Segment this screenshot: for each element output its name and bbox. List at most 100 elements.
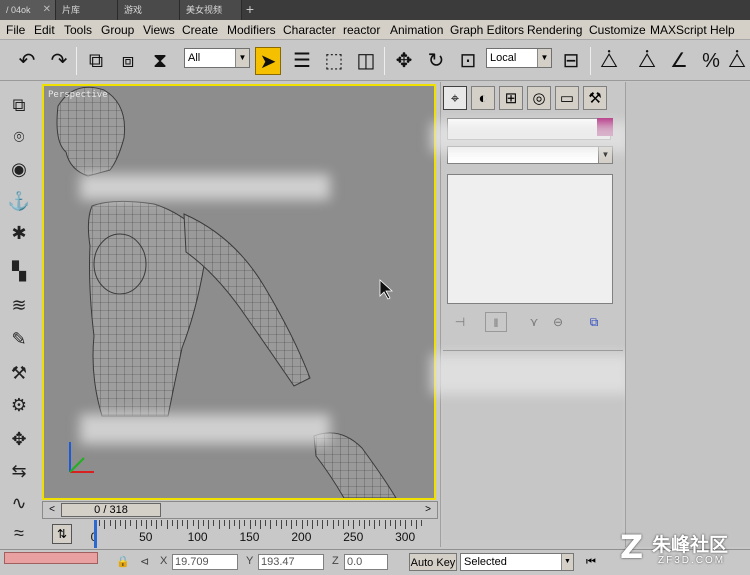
percent-snap-icon[interactable]: % <box>698 47 724 75</box>
track-tick <box>394 520 396 529</box>
reference-coord-value: Local <box>490 52 517 64</box>
cylinder-icon[interactable]: ⌾ <box>7 124 31 150</box>
selection-filter-dropdown[interactable]: All ▼ <box>184 48 250 68</box>
blurred-overlay <box>80 174 330 200</box>
water-icon[interactable]: ≈ <box>7 520 31 546</box>
track-tick <box>104 520 106 529</box>
select-object-icon[interactable]: ➤ <box>255 47 281 75</box>
auto-key-button[interactable]: Auto Key <box>409 553 457 571</box>
undo-icon[interactable]: ↶ <box>14 47 40 75</box>
chevron-down-icon: ▼ <box>561 554 573 570</box>
stack-icon[interactable]: ≋ <box>7 292 31 318</box>
create-box-icon[interactable]: ⧉ <box>7 92 31 118</box>
menu-customize[interactable]: Customize <box>589 22 646 38</box>
mini-curve-editor-icon[interactable]: ⇅ <box>52 524 72 544</box>
select-by-name-icon[interactable]: ☰ <box>289 47 315 75</box>
remove-modifier-icon[interactable]: ⊖ <box>547 312 569 332</box>
menu-animation[interactable]: Animation <box>390 22 443 38</box>
z-label: Z <box>332 555 339 567</box>
rectangular-region-icon[interactable]: ⬚ <box>321 47 347 75</box>
make-unique-icon[interactable]: ⋎ <box>523 312 545 332</box>
time-slider[interactable]: < 0 / 318 > <box>42 501 438 519</box>
brush-icon[interactable]: ✎ <box>7 326 31 352</box>
toolbar-separator <box>76 47 77 75</box>
link-icon[interactable]: ⧉ <box>83 47 109 75</box>
hammer-icon[interactable]: ⚒ <box>7 360 31 386</box>
reference-coord-dropdown[interactable]: Local ▼ <box>486 48 552 68</box>
menu-character[interactable]: Character <box>283 22 336 38</box>
rotate-icon[interactable]: ↻ <box>423 47 449 75</box>
pin-stack-icon[interactable]: ⊣ <box>449 312 471 332</box>
track-tick <box>145 520 147 529</box>
close-icon[interactable]: ✕ <box>43 0 51 20</box>
window-crossing-icon[interactable]: ◫ <box>353 47 379 75</box>
keyboard-shortcut-override-icon[interactable]: ⧊ <box>596 47 622 75</box>
bind-space-warp-icon[interactable]: ⧗ <box>147 47 173 75</box>
menu-group[interactable]: Group <box>101 22 134 38</box>
move-icon[interactable]: ✥ <box>391 47 417 75</box>
track-tick <box>405 520 407 529</box>
track-tick <box>420 520 422 526</box>
wave-icon[interactable]: ∿ <box>7 490 31 516</box>
menu-modifiers[interactable]: Modifiers <box>227 22 276 38</box>
x-coordinate-field[interactable]: 19.709 <box>172 554 238 570</box>
track-tick <box>317 520 319 526</box>
key-filter-dropdown[interactable]: Selected ▼ <box>460 553 574 571</box>
redo-icon[interactable]: ↷ <box>46 47 72 75</box>
tab-utilities[interactable]: ⚒ <box>583 86 607 110</box>
go-to-start-icon[interactable]: ⏮ <box>582 554 600 570</box>
menu-maxscript[interactable]: MAXScript <box>650 22 707 38</box>
gear-icon[interactable]: ⚙ <box>7 392 31 418</box>
show-end-result-icon[interactable]: ‖ <box>485 312 507 332</box>
anchor-icon[interactable]: ⚓ <box>7 188 31 214</box>
swap-icon[interactable]: ⇆ <box>7 458 31 484</box>
menu-file[interactable]: File <box>6 22 25 38</box>
modifier-stack-list[interactable] <box>447 174 613 304</box>
track-tick <box>218 520 220 529</box>
track-bar[interactable]: 050100150200250300 <box>42 520 438 548</box>
new-tab-button[interactable]: + <box>242 0 258 20</box>
lock-icon[interactable]: 🔒 <box>116 555 130 568</box>
checker-icon[interactable]: ▚ <box>7 258 31 284</box>
perspective-viewport[interactable]: Perspective <box>42 84 436 500</box>
menu-edit[interactable]: Edit <box>34 22 55 38</box>
track-tick <box>140 520 142 526</box>
track-tick <box>270 520 272 529</box>
track-tick <box>234 520 236 526</box>
z-coordinate-field[interactable]: 0.0 <box>344 554 388 570</box>
time-slider-thumb[interactable]: 0 / 318 <box>61 503 161 517</box>
menu-views[interactable]: Views <box>143 22 175 38</box>
tab-pianku[interactable]: 片库 <box>56 0 118 20</box>
viewport-label[interactable]: Perspective <box>48 90 108 100</box>
tab-youxi[interactable]: 游戏 <box>118 0 180 20</box>
sphere-icon[interactable]: ◉ <box>7 156 31 182</box>
next-frame-button[interactable]: > <box>421 503 435 517</box>
tab-motion[interactable]: ◎ <box>527 86 551 110</box>
tab-display[interactable]: ▭ <box>555 86 579 110</box>
spinner-snap-icon[interactable]: ⧊ <box>726 47 748 75</box>
snap-toggle-icon[interactable]: ⧊ <box>634 47 660 75</box>
menu-help[interactable]: Help <box>710 22 735 38</box>
pivot-center-icon[interactable]: ⊟ <box>558 47 584 75</box>
menu-create[interactable]: Create <box>182 22 218 38</box>
menu-tools[interactable]: Tools <box>64 22 92 38</box>
tab-hierarchy[interactable]: ⊞ <box>499 86 523 110</box>
tab-meinv[interactable]: 美女视频 <box>180 0 242 20</box>
tab-create[interactable]: ⌖ <box>443 86 467 110</box>
y-coordinate-field[interactable]: 193.47 <box>258 554 324 570</box>
unlink-icon[interactable]: ⧈ <box>115 47 141 75</box>
angle-snap-icon[interactable]: ∠ <box>666 47 692 75</box>
configure-modifier-sets-icon[interactable]: ⧉ <box>583 312 605 332</box>
track-tick <box>311 520 313 529</box>
tab-modify[interactable]: ◐ <box>471 86 495 110</box>
tab-04ok[interactable]: / 04ok ✕ <box>0 0 56 20</box>
move-gizmo-icon[interactable]: ✥ <box>7 426 31 452</box>
absolute-mode-icon[interactable]: ⊲ <box>140 555 149 568</box>
menu-rendering[interactable]: Rendering <box>527 22 582 38</box>
menu-graph-editors[interactable]: Graph Editors <box>450 22 524 38</box>
star-icon[interactable]: ✱ <box>7 220 31 246</box>
menu-reactor[interactable]: reactor <box>343 22 380 38</box>
track-tick <box>358 520 360 526</box>
scale-icon[interactable]: ⊡ <box>455 47 481 75</box>
previous-frame-button[interactable]: < <box>45 503 59 517</box>
